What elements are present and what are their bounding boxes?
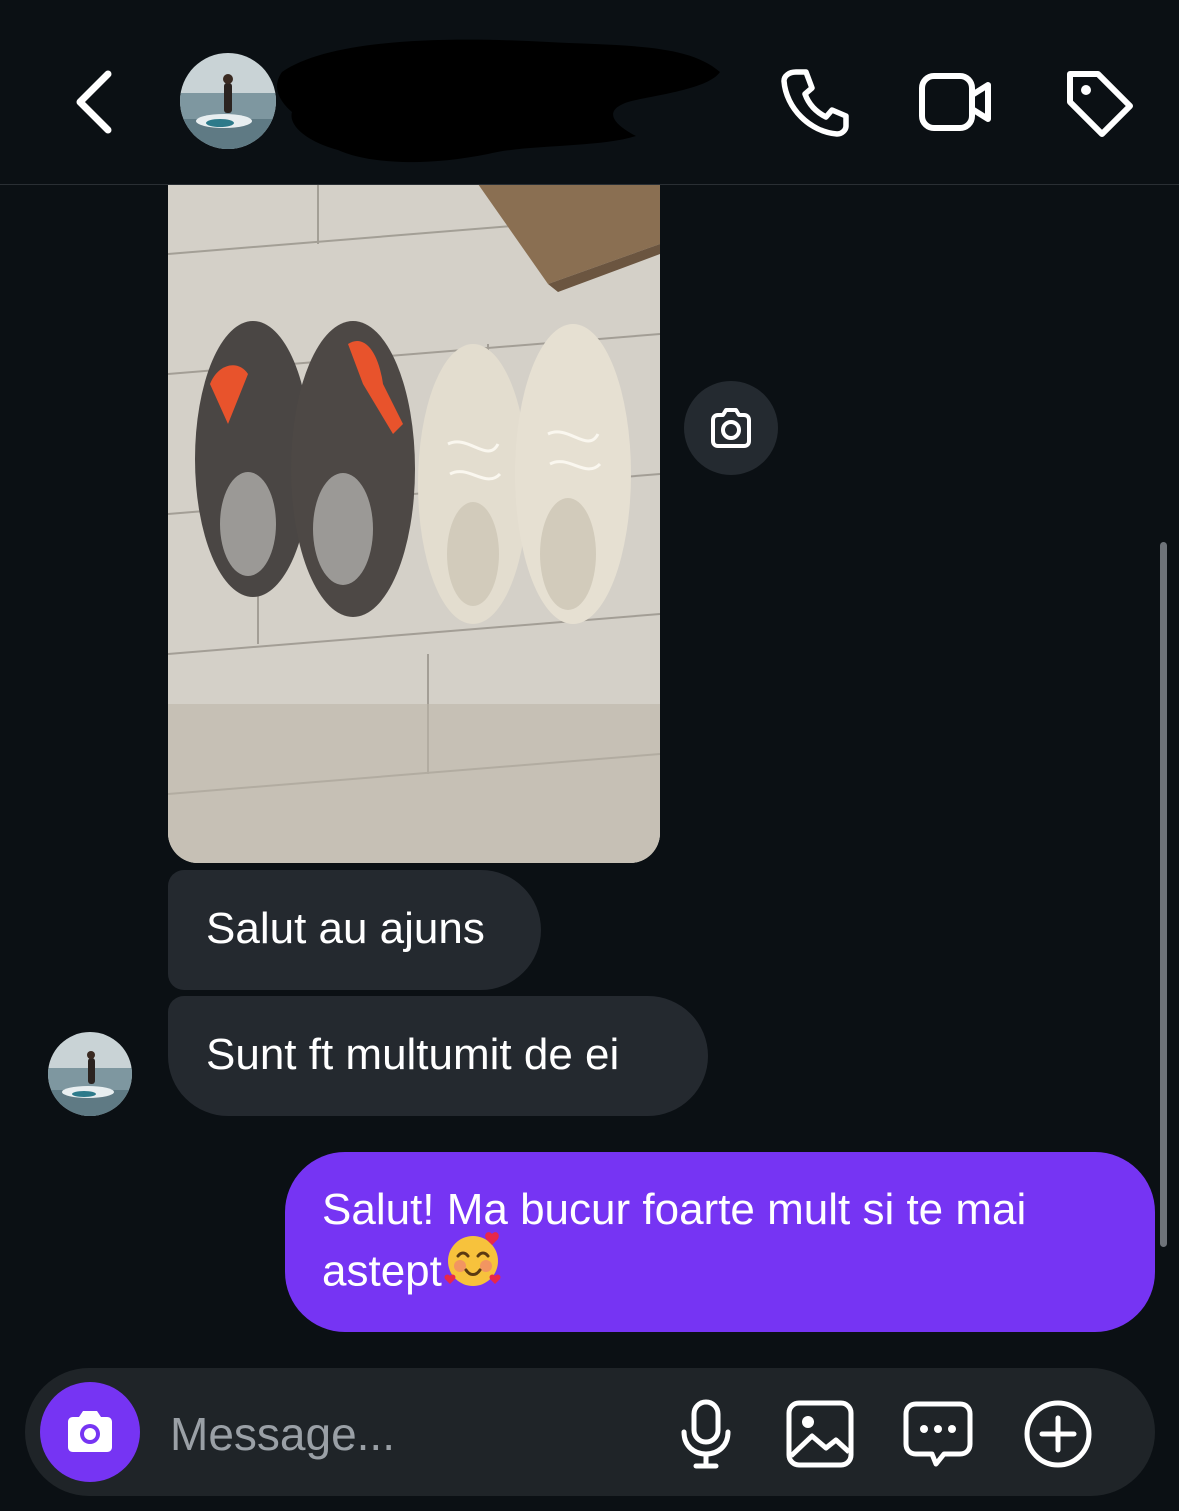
video-call-button[interactable] bbox=[914, 62, 994, 142]
microphone-icon bbox=[681, 1399, 731, 1469]
smiling-face-with-hearts-emoji bbox=[442, 1230, 504, 1308]
message-text: Sunt ft multumit de ei bbox=[206, 1030, 620, 1079]
message-text: Salut! Ma bucur foarte mult si te mai as… bbox=[322, 1185, 1027, 1296]
sneakers-photo[interactable] bbox=[168, 184, 660, 863]
outgoing-message[interactable]: Salut! Ma bucur foarte mult si te mai as… bbox=[285, 1152, 1155, 1332]
camera-icon bbox=[711, 408, 751, 448]
chat-bubble-dots-icon bbox=[903, 1401, 973, 1467]
tag-icon bbox=[1067, 71, 1133, 137]
tag-button[interactable] bbox=[1058, 62, 1138, 142]
dm-thread-screen: Salut au ajuns Sunt ft multumit de ei Sa… bbox=[0, 0, 1179, 1511]
image-icon bbox=[786, 1400, 854, 1468]
voice-message-button[interactable] bbox=[668, 1396, 744, 1472]
scrollbar[interactable] bbox=[1160, 542, 1167, 1247]
gallery-button[interactable] bbox=[782, 1396, 858, 1472]
video-camera-icon bbox=[919, 73, 991, 131]
contact-avatar[interactable] bbox=[180, 53, 276, 149]
photo-reply-camera-button[interactable] bbox=[684, 381, 778, 475]
plus-circle-icon bbox=[1024, 1400, 1092, 1468]
incoming-message[interactable]: Sunt ft multumit de ei bbox=[168, 996, 708, 1116]
phone-icon bbox=[781, 69, 849, 137]
sender-avatar[interactable] bbox=[48, 1032, 132, 1116]
chevron-left-icon bbox=[76, 70, 112, 134]
redaction-mark bbox=[268, 32, 728, 172]
more-options-button[interactable] bbox=[1020, 1396, 1096, 1472]
sticker-button[interactable] bbox=[900, 1396, 976, 1472]
chat-header bbox=[0, 0, 1179, 185]
camera-icon bbox=[68, 1411, 112, 1452]
call-button[interactable] bbox=[774, 62, 854, 142]
back-button[interactable] bbox=[66, 66, 126, 138]
incoming-message[interactable]: Salut au ajuns bbox=[168, 870, 541, 990]
composer-camera-button[interactable] bbox=[40, 1382, 140, 1482]
message-text: Salut au ajuns bbox=[206, 904, 485, 953]
message-input[interactable] bbox=[168, 1398, 652, 1470]
